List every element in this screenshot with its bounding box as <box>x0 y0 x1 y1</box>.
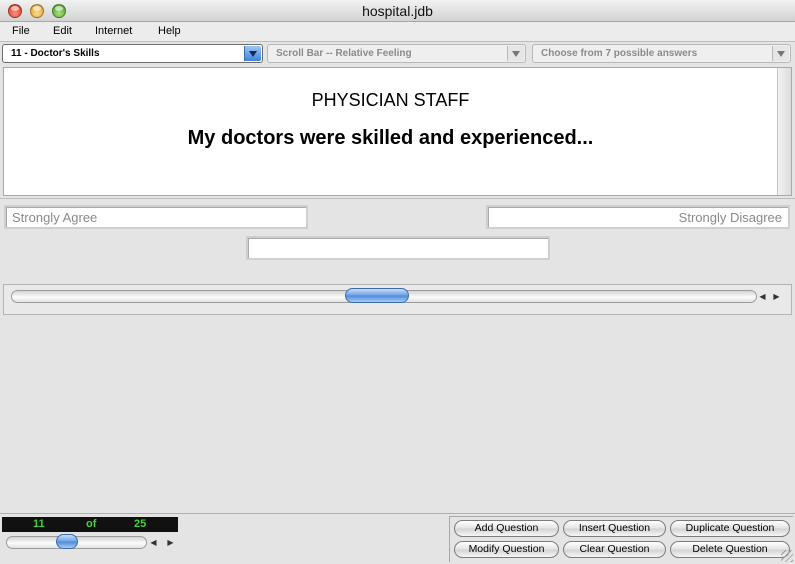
response-slider-thumb[interactable] <box>345 288 410 303</box>
left-label-field[interactable]: Strongly Agree <box>4 205 308 229</box>
resize-grip-icon[interactable] <box>781 550 793 562</box>
question-counter: 11 of 25 <box>2 517 178 532</box>
title-bar[interactable]: hospital.jdb <box>0 0 795 22</box>
question-heading: PHYSICIAN STAFF <box>311 90 470 110</box>
menu-edit[interactable]: Edit <box>53 25 72 37</box>
response-slider-panel: ◀ ▶ <box>3 284 792 315</box>
right-label-field[interactable]: Strongly Disagree <box>486 205 790 229</box>
question-actions: Add Question Insert Question Duplicate Q… <box>449 516 793 562</box>
add-question-button[interactable]: Add Question <box>454 520 559 537</box>
center-value-field[interactable] <box>246 236 550 260</box>
menu-file[interactable]: File <box>12 25 30 37</box>
menu-bar: File Edit Internet Help <box>0 22 795 42</box>
insert-question-button[interactable]: Insert Question <box>563 520 666 537</box>
empty-content-area <box>0 317 795 513</box>
question-display: PHYSICIAN STAFF My doctors were skilled … <box>3 67 792 196</box>
counter-current: 11 <box>33 518 45 530</box>
menu-internet[interactable]: Internet <box>95 25 132 37</box>
question-select-value: 11 - Doctor's Skills <box>11 48 100 59</box>
menu-help[interactable]: Help <box>158 25 181 37</box>
question-scrollbar[interactable] <box>777 68 791 195</box>
left-arrow-icon[interactable]: ◀ <box>148 537 159 548</box>
navigation-slider-thumb[interactable] <box>55 534 78 549</box>
question-select[interactable]: 11 - Doctor's Skills <box>2 44 263 63</box>
delete-question-button[interactable]: Delete Question <box>670 541 790 558</box>
chevron-down-icon[interactable] <box>772 46 789 61</box>
modify-question-button[interactable]: Modify Question <box>454 541 559 558</box>
left-arrow-icon[interactable]: ◀ <box>757 291 768 302</box>
clear-question-button[interactable]: Clear Question <box>563 541 666 558</box>
question-type-value: Scroll Bar -- Relative Feeling <box>276 48 412 59</box>
divider <box>0 198 795 199</box>
question-type-select[interactable]: Scroll Bar -- Relative Feeling <box>267 44 526 63</box>
divider <box>0 513 795 514</box>
chevron-down-icon[interactable] <box>244 46 261 61</box>
chevron-down-icon[interactable] <box>507 46 524 61</box>
counter-of: of <box>86 518 97 530</box>
app-window: hospital.jdb File Edit Internet Help 11 … <box>0 0 795 564</box>
right-arrow-icon[interactable]: ▶ <box>771 291 782 302</box>
duplicate-question-button[interactable]: Duplicate Question <box>670 520 790 537</box>
right-arrow-icon[interactable]: ▶ <box>165 537 176 548</box>
answers-select-value: Choose from 7 possible answers <box>541 48 698 59</box>
counter-total: 25 <box>134 518 147 530</box>
answers-select[interactable]: Choose from 7 possible answers <box>532 44 791 63</box>
question-text: My doctors were skilled and experienced.… <box>187 127 594 149</box>
window-title: hospital.jdb <box>362 3 433 19</box>
